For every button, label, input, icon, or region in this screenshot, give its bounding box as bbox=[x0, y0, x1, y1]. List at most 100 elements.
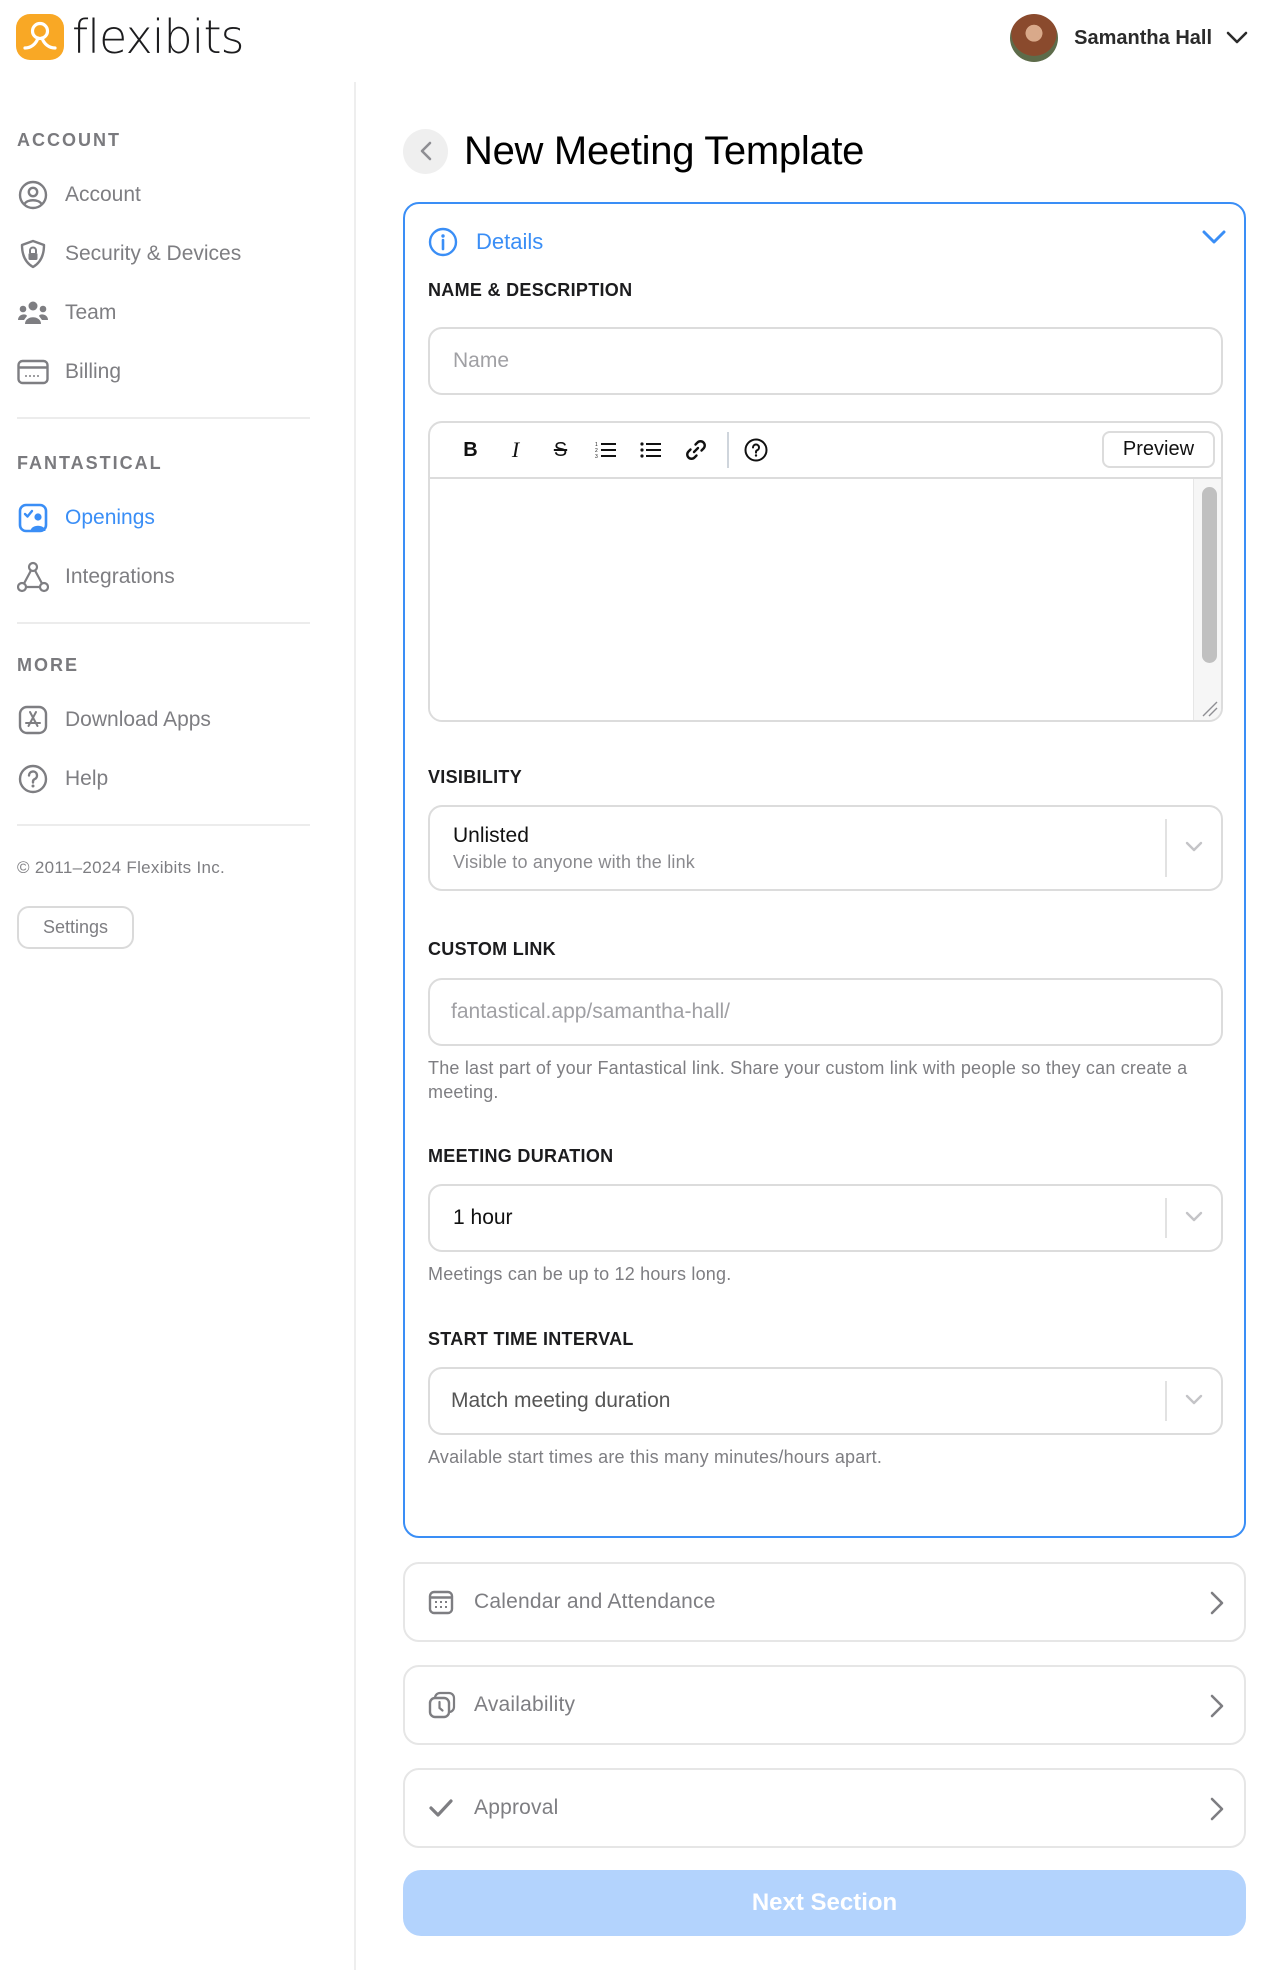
meeting-duration-value: 1 hour bbox=[453, 1206, 513, 1229]
start-time-interval-select[interactable]: Match meeting duration bbox=[428, 1367, 1223, 1435]
person-circle-icon bbox=[17, 179, 49, 211]
meeting-duration-help: Meetings can be up to 12 hours long. bbox=[428, 1264, 732, 1284]
next-section-button[interactable]: Next Section bbox=[403, 1870, 1246, 1936]
help-icon bbox=[17, 763, 49, 795]
page-title: New Meeting Template bbox=[464, 128, 865, 173]
custom-link-help: The last part of your Fantastical link. … bbox=[428, 1058, 1188, 1102]
sidebar-item-security[interactable]: Security & Devices bbox=[17, 224, 354, 283]
user-name: Samantha Hall bbox=[1074, 26, 1212, 49]
chevron-down-icon bbox=[1226, 31, 1248, 44]
main-content: New Meeting Template Details NAME & DESC… bbox=[403, 120, 1246, 1936]
resize-handle-icon[interactable] bbox=[1199, 698, 1219, 718]
strikethrough-icon: S bbox=[553, 438, 568, 461]
chevron-right-icon bbox=[1210, 1797, 1224, 1821]
section-label: Calendar and Attendance bbox=[474, 1590, 716, 1613]
user-menu[interactable]: Samantha Hall bbox=[1010, 14, 1248, 62]
flexibits-logo-icon bbox=[16, 14, 64, 60]
chevron-left-icon bbox=[420, 141, 431, 161]
svg-text:3: 3 bbox=[595, 454, 598, 459]
details-header[interactable]: Details bbox=[428, 204, 1221, 280]
description-textarea[interactable] bbox=[430, 479, 1193, 720]
sidebar-item-download-apps[interactable]: Download Apps bbox=[17, 690, 354, 749]
toolbar-separator bbox=[727, 432, 729, 468]
sidebar-item-billing[interactable]: Billing bbox=[17, 342, 354, 401]
sidebar-item-openings[interactable]: Openings bbox=[17, 488, 354, 547]
openings-icon bbox=[17, 502, 49, 534]
sidebar-item-help[interactable]: Help bbox=[17, 749, 354, 808]
custom-link-input[interactable] bbox=[428, 978, 1223, 1046]
visibility-select[interactable]: Unlisted Visible to anyone with the link bbox=[428, 805, 1223, 891]
chevron-down-icon bbox=[1185, 1394, 1203, 1405]
sidebar-item-integrations[interactable]: Integrations bbox=[17, 547, 354, 606]
scrollbar-thumb[interactable] bbox=[1202, 487, 1217, 663]
sidebar-item-label: Download Apps bbox=[65, 707, 211, 731]
select-divider bbox=[1165, 819, 1167, 877]
sidebar-item-label: Billing bbox=[65, 359, 122, 383]
sidebar: ACCOUNT Account Security & Devices Team bbox=[0, 82, 356, 1970]
start-time-interval-label: START TIME INTERVAL bbox=[428, 1329, 634, 1349]
select-divider bbox=[1165, 1381, 1167, 1421]
chevron-right-icon bbox=[1210, 1694, 1224, 1718]
sidebar-item-label: Openings bbox=[65, 505, 155, 529]
details-title: Details bbox=[476, 229, 544, 254]
bold-icon: B bbox=[463, 438, 478, 461]
sidebar-section-fantastical: FANTASTICAL Openings Integrations bbox=[0, 419, 354, 606]
start-time-interval-help: Available start times are this many minu… bbox=[428, 1447, 883, 1467]
bold-button[interactable]: B bbox=[448, 430, 493, 470]
visibility-description: Visible to anyone with the link bbox=[453, 851, 696, 872]
checkmark-icon bbox=[429, 1799, 453, 1817]
link-button[interactable] bbox=[673, 430, 718, 470]
editor-scrollbar[interactable] bbox=[1193, 479, 1221, 720]
preview-button[interactable]: Preview bbox=[1102, 431, 1215, 468]
sidebar-item-label: Integrations bbox=[65, 564, 175, 588]
section-calendar-attendance[interactable]: Calendar and Attendance bbox=[403, 1562, 1246, 1642]
back-button[interactable] bbox=[403, 128, 448, 174]
section-label: Availability bbox=[474, 1693, 576, 1716]
section-availability[interactable]: Availability bbox=[403, 1665, 1246, 1745]
editor-toolbar: B I S 123 Preview bbox=[430, 423, 1221, 479]
credit-card-icon bbox=[17, 356, 49, 388]
meeting-duration-label: MEETING DURATION bbox=[428, 1146, 614, 1166]
section-label: Approval bbox=[474, 1796, 559, 1819]
name-description-label: NAME & DESCRIPTION bbox=[428, 280, 633, 300]
chevron-down-icon[interactable] bbox=[1202, 230, 1226, 245]
name-input[interactable] bbox=[428, 327, 1223, 395]
strikethrough-button[interactable]: S bbox=[538, 430, 583, 470]
visibility-value: Unlisted bbox=[453, 823, 529, 847]
chevron-down-icon bbox=[1185, 1211, 1203, 1222]
copyright-text: © 2011–2024 Flexibits Inc. bbox=[17, 858, 226, 877]
info-icon bbox=[428, 227, 458, 257]
ordered-list-icon: 123 bbox=[595, 442, 616, 459]
ordered-list-button[interactable]: 123 bbox=[583, 430, 628, 470]
sidebar-item-label: Security & Devices bbox=[65, 241, 242, 265]
sidebar-item-account[interactable]: Account bbox=[17, 165, 354, 224]
sidebar-item-label: Team bbox=[65, 300, 117, 324]
start-time-interval-value: Match meeting duration bbox=[451, 1389, 671, 1412]
meeting-duration-select[interactable]: 1 hour bbox=[428, 1184, 1223, 1252]
sidebar-divider bbox=[17, 824, 310, 826]
custom-link-label: CUSTOM LINK bbox=[428, 939, 556, 959]
people-icon bbox=[17, 297, 49, 329]
details-section: Details NAME & DESCRIPTION B I S 123 bbox=[403, 202, 1246, 1538]
section-approval[interactable]: Approval bbox=[403, 1768, 1246, 1848]
markdown-help-button[interactable] bbox=[738, 430, 774, 470]
sidebar-heading: FANTASTICAL bbox=[17, 453, 163, 473]
sidebar-item-label: Help bbox=[65, 766, 109, 790]
link-icon bbox=[685, 440, 706, 460]
flexibits-logo[interactable]: flexibits bbox=[16, 10, 244, 64]
calendar-icon bbox=[428, 1590, 454, 1615]
chevron-down-icon bbox=[1185, 841, 1203, 852]
italic-button[interactable]: I bbox=[493, 430, 538, 470]
sidebar-item-team[interactable]: Team bbox=[17, 283, 354, 342]
sidebar-section-more: MORE Download Apps Help bbox=[0, 624, 354, 808]
availability-clock-icon bbox=[428, 1691, 456, 1719]
sidebar-heading: MORE bbox=[17, 655, 79, 675]
italic-icon: I bbox=[511, 437, 520, 462]
sidebar-section-account: ACCOUNT Account Security & Devices Team bbox=[0, 82, 354, 401]
avatar bbox=[1010, 14, 1059, 62]
visibility-label: VISIBILITY bbox=[428, 767, 523, 787]
shield-lock-icon bbox=[17, 238, 49, 270]
brand-name: flexibits bbox=[72, 10, 244, 64]
bullet-list-button[interactable] bbox=[628, 430, 673, 470]
settings-button[interactable]: Settings bbox=[17, 906, 134, 949]
